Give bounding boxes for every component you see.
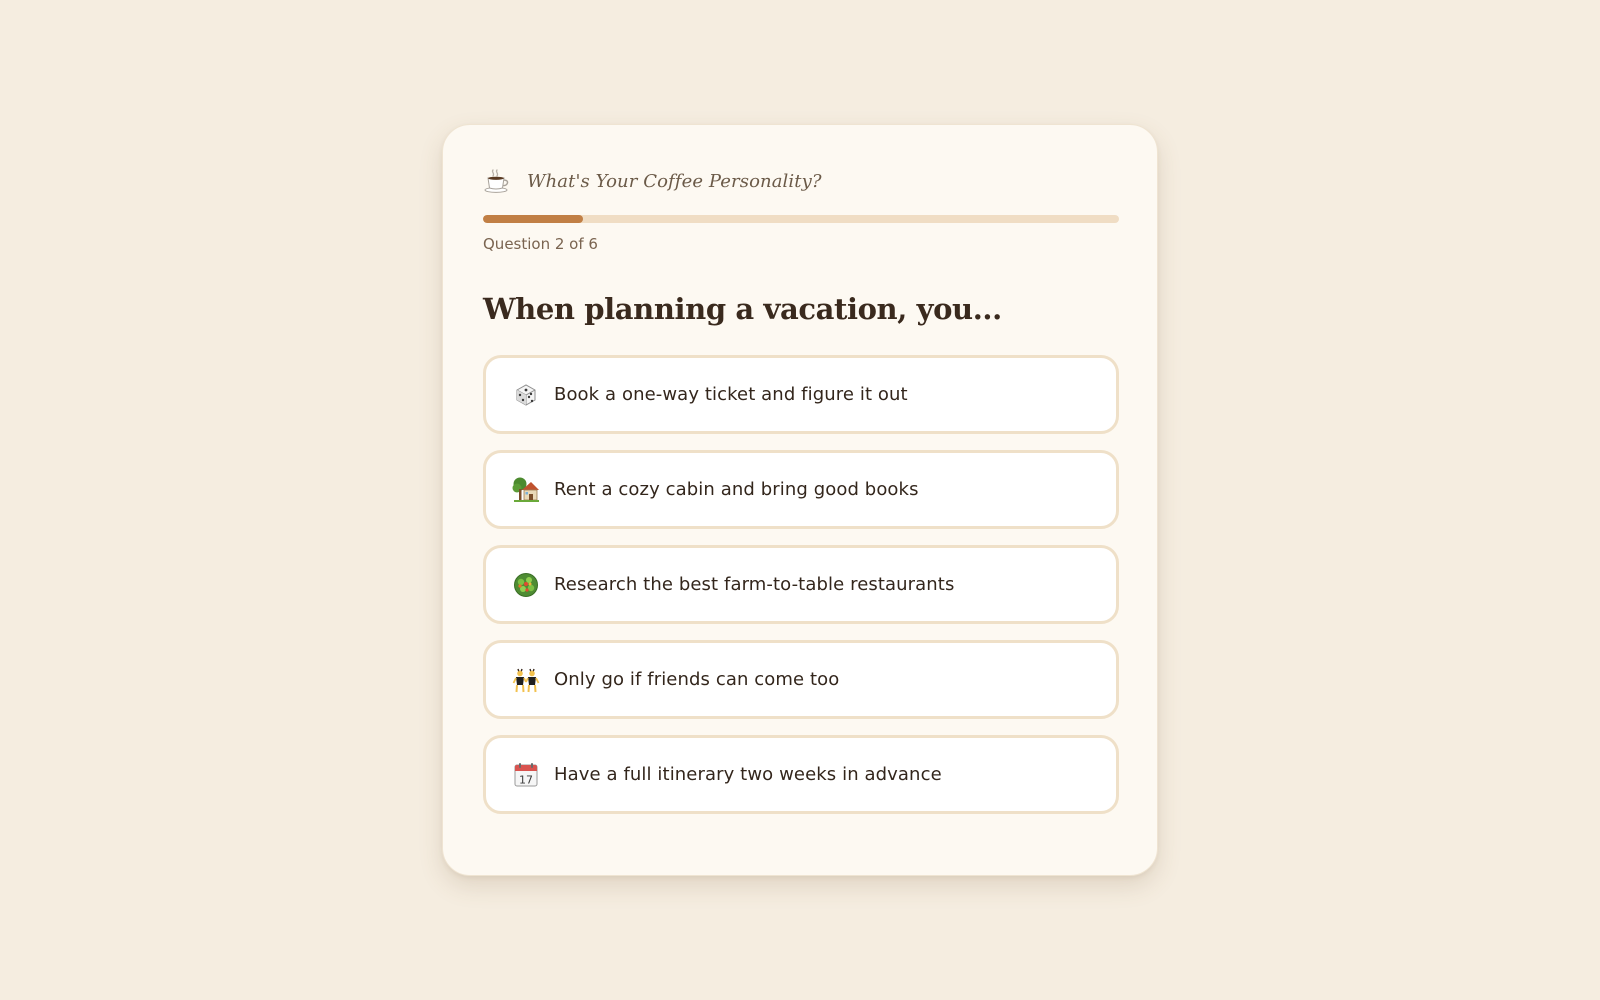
cabin-icon [512,476,540,504]
answer-option-label: Book a one-way ticket and figure it out [554,384,908,405]
answer-option-label: Have a full itinerary two weeks in advan… [554,764,942,785]
quiz-card: What's Your Coffee Personality? Question… [442,124,1158,876]
question-text: When planning a vacation, you... [483,292,1002,326]
dice-icon [512,381,540,409]
answer-option-1[interactable]: Book a one-way ticket and figure it out [483,355,1119,434]
answer-option-4[interactable]: Only go if friends can come too [483,640,1119,719]
quiz-header: What's Your Coffee Personality? [483,165,1117,197]
answer-option-3[interactable]: Research the best farm-to-table restaura… [483,545,1119,624]
quiz-title: What's Your Coffee Personality? [527,170,822,192]
progress-bar [483,215,1119,223]
answer-option-label: Rent a cozy cabin and bring good books [554,479,919,500]
svg-text:17: 17 [519,773,533,786]
salad-icon [512,571,540,599]
answer-options: Book a one-way ticket and figure it out … [483,355,1119,814]
answer-option-label: Only go if friends can come too [554,669,840,690]
coffee-cup-icon [483,167,511,195]
answer-option-5[interactable]: 17 Have a full itinerary two weeks in ad… [483,735,1119,814]
progress-fill [483,215,584,223]
answer-option-label: Research the best farm-to-table restaura… [554,574,955,595]
question-counter: Question 2 of 6 [483,235,598,253]
friends-icon [512,666,540,694]
calendar-icon: 17 [512,761,540,789]
answer-option-2[interactable]: Rent a cozy cabin and bring good books [483,450,1119,529]
